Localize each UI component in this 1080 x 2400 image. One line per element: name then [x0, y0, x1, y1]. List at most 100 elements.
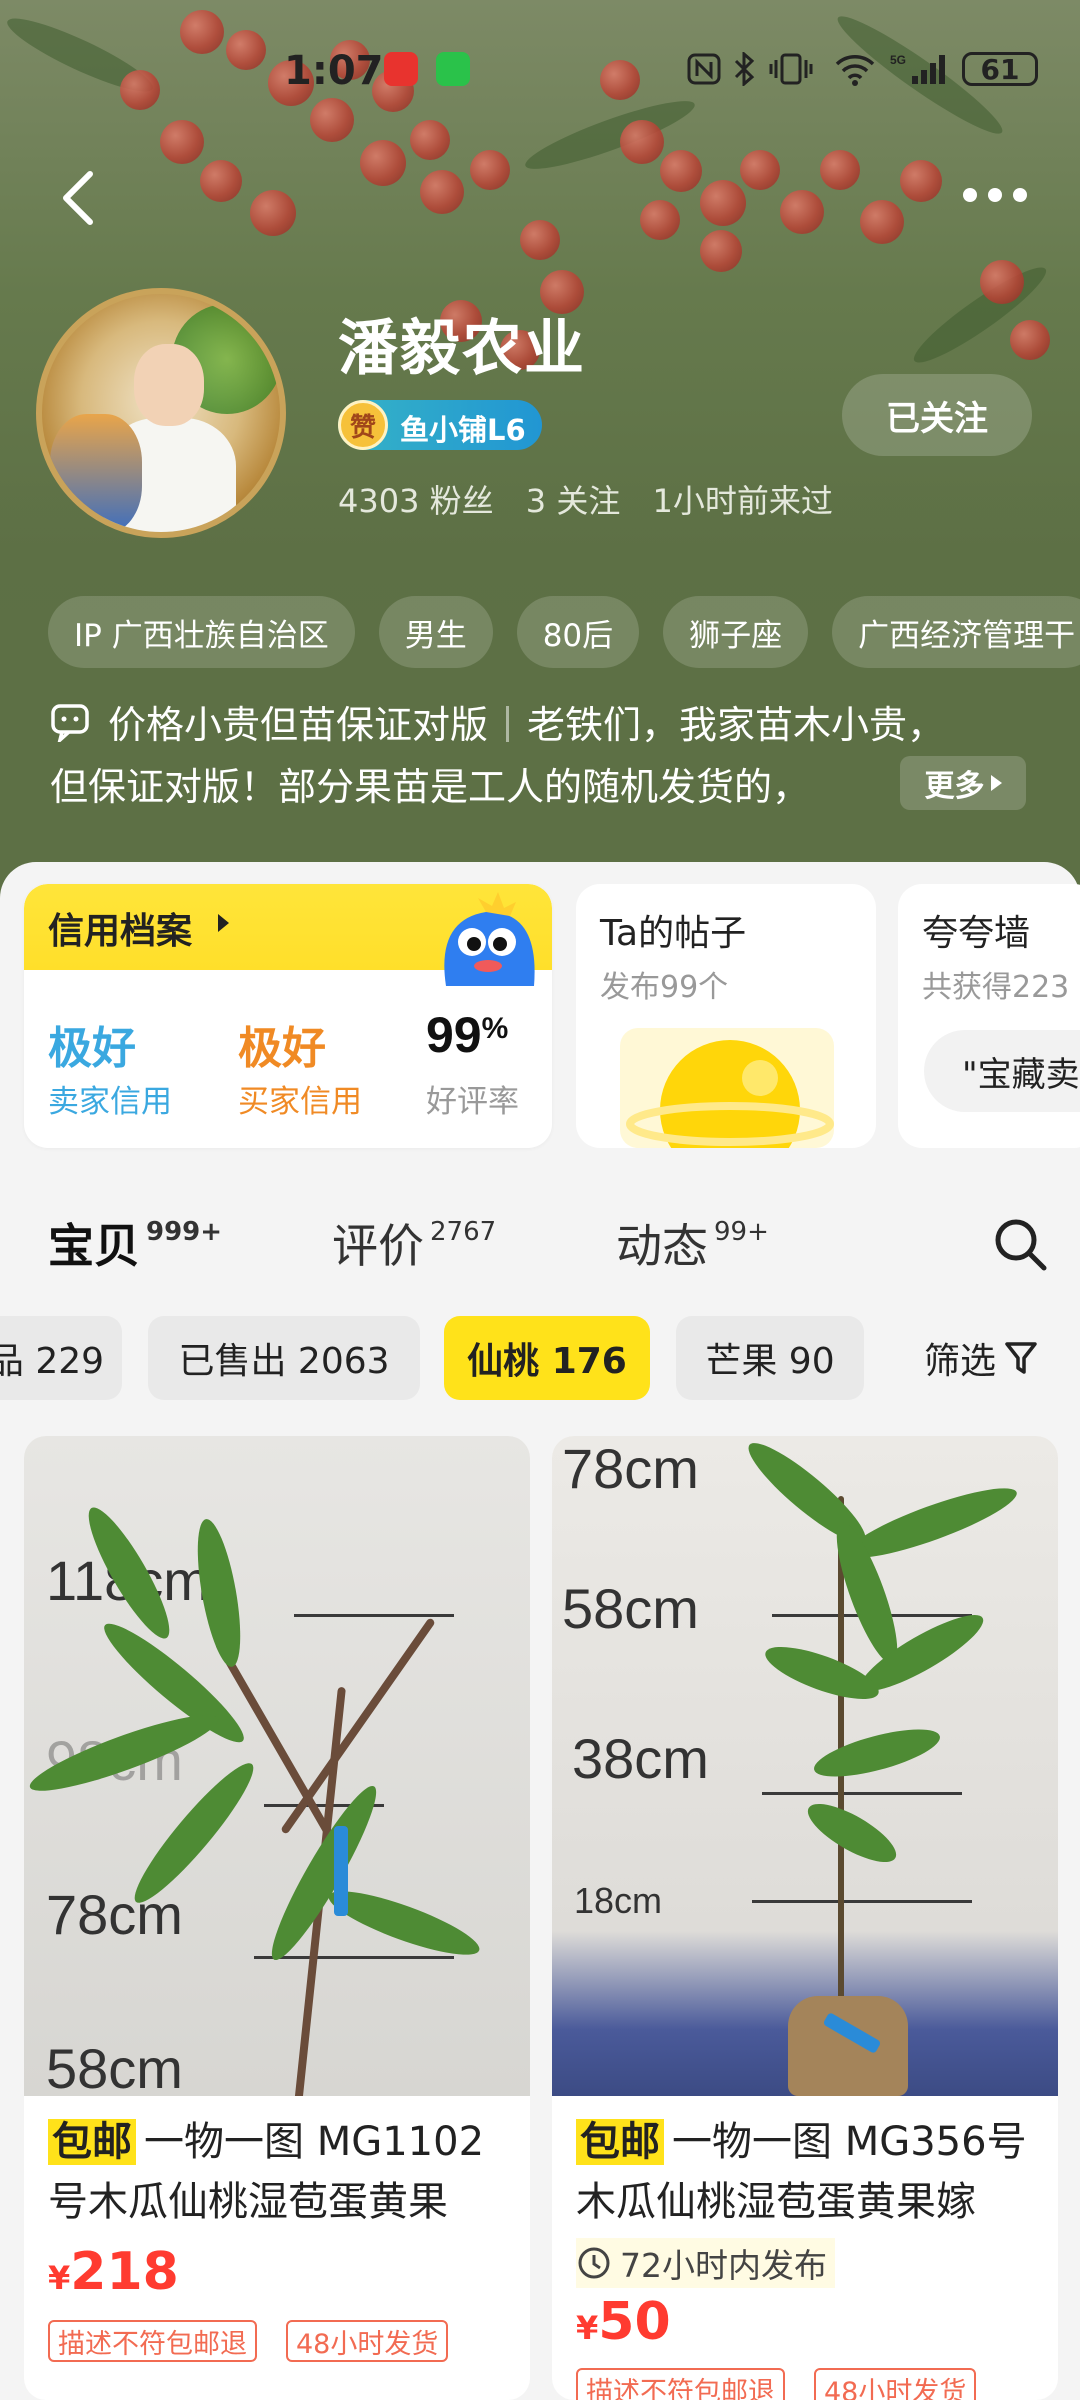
shop-level-badge[interactable]: 赞 鱼小铺L6: [338, 400, 542, 450]
chip-category-partial[interactable]: 品 229: [0, 1316, 122, 1400]
tab-items-label: 宝贝: [48, 1219, 140, 1273]
back-icon[interactable]: [54, 168, 104, 228]
battery-indicator: 61: [962, 52, 1038, 86]
price-value: 218: [70, 2242, 179, 2302]
chat-bubble-icon: [51, 704, 89, 742]
praise-wall-card[interactable]: 夸夸墙 共获得223 "宝藏卖: [898, 884, 1080, 1148]
status-time: 1:07: [284, 48, 384, 94]
tag-school: 广西经济管理干: [832, 596, 1080, 668]
price-value: 50: [598, 2292, 671, 2352]
filter-label: 筛选: [924, 1341, 997, 1382]
level-label: 鱼小铺L6: [400, 413, 526, 447]
shop-bio-line2: 但保证对版！部分果苗是工人的随机发货的，: [50, 765, 811, 809]
ruler-label: 58cm: [46, 2037, 183, 2096]
product-card[interactable]: 78cm 58cm 38cm 18cm 包邮 一物一图 MG356号木瓜仙桃湿苞蛋…: [552, 1436, 1058, 2400]
shop-bio-line1: 价格小贵但苗保证对版 老铁们，我家苗木小贵，: [108, 694, 945, 749]
recent-label: 72小时内发布: [620, 2246, 827, 2285]
profile-tags: IP 广西壮族自治区 男生 80后 狮子座 广西经济管理干: [48, 596, 1080, 668]
tab-updates[interactable]: 动态 99+: [616, 1210, 769, 1276]
seller-credit-value: 极好: [48, 1023, 136, 1074]
rating-number: 99: [426, 1007, 482, 1063]
seller-credit-label: 卖家信用: [48, 1084, 172, 1120]
rating-unit: %: [481, 1012, 509, 1045]
buyer-credit-label: 买家信用: [238, 1084, 362, 1120]
free-shipping-tag: 包邮: [48, 2119, 136, 2165]
posts-card[interactable]: Ta的帖子 发布99个: [576, 884, 876, 1148]
more-label: 更多: [924, 769, 985, 804]
search-icon[interactable]: [992, 1216, 1048, 1272]
tab-items[interactable]: 宝贝 999+: [48, 1210, 222, 1276]
svg-text:5G: 5G: [890, 53, 906, 67]
tab-reviews-count: 2767: [430, 1217, 497, 1247]
credit-record-card[interactable]: 信用档案 极好 卖家信用 极好 买家信用 99% 好评率: [24, 884, 552, 1148]
filter-icon: [1005, 1342, 1037, 1374]
praise-subtitle: 共获得223: [922, 970, 1070, 1005]
shop-stats: 4303 粉丝 3 关注 1小时前来过: [338, 476, 855, 522]
service-tag: 描述不符包邮退: [576, 2368, 785, 2400]
bluetooth-icon: [734, 52, 755, 86]
5g-signal-icon: 5G: [890, 53, 945, 84]
nfc-icon: [687, 53, 721, 85]
huawei-app-icon: [384, 52, 418, 86]
tag-zodiac: 狮子座: [663, 596, 809, 668]
service-tag: 48小时发货: [814, 2368, 977, 2400]
tag-gender: 男生: [378, 596, 493, 668]
recent-badge: 72小时内发布: [576, 2238, 835, 2288]
following-count[interactable]: 3 关注: [526, 482, 621, 520]
wechat-icon: [436, 52, 470, 86]
bio-more-button[interactable]: 更多: [900, 756, 1026, 810]
posts-subtitle: 发布99个: [600, 970, 729, 1005]
ruler-label: 18cm: [574, 1880, 663, 1921]
chip-mango[interactable]: 芒果 90: [676, 1316, 864, 1400]
free-shipping-tag: 包邮: [576, 2119, 664, 2165]
rating-value: 99%: [426, 1006, 508, 1064]
ruler-label: 38cm: [572, 1727, 709, 1790]
tab-updates-count: 99+: [714, 1217, 769, 1247]
ruler-label: 58cm: [562, 1577, 699, 1640]
credit-title: 信用档案: [48, 911, 193, 952]
credit-arrow-icon: [218, 914, 229, 932]
tag-ip-location: IP 广西壮族自治区: [48, 596, 355, 668]
followers-count[interactable]: 4303 粉丝: [338, 482, 494, 520]
product-image[interactable]: 78cm 58cm 38cm 18cm: [552, 1436, 1058, 2096]
product-image[interactable]: 118cm 98cm 78cm 58cm: [24, 1436, 530, 2096]
product-title[interactable]: 包邮 一物一图 MG1102号木瓜仙桃湿苞蛋黄果: [48, 2112, 518, 2232]
follow-button[interactable]: 已关注: [842, 374, 1032, 456]
more-options-icon[interactable]: [960, 180, 1030, 210]
play-arrow-icon: [990, 775, 1002, 791]
tab-items-count: 999+: [146, 1217, 223, 1247]
tab-reviews[interactable]: 评价 2767: [332, 1210, 496, 1276]
wifi-icon: [835, 55, 875, 86]
chip-xiantao[interactable]: 仙桃 176: [444, 1316, 650, 1400]
ruler-label: 78cm: [562, 1437, 699, 1500]
chip-sold[interactable]: 已售出 2063: [148, 1316, 420, 1400]
tab-reviews-label: 评价: [332, 1219, 424, 1273]
clock-icon: [578, 2247, 610, 2279]
battery-level: 61: [980, 52, 1020, 86]
shop-avatar[interactable]: [36, 288, 286, 538]
bio-text-start: 老铁们，我家苗木小贵，: [527, 703, 946, 747]
rating-label: 好评率: [426, 1084, 519, 1120]
shop-name: 潘毅农业: [338, 314, 586, 384]
price-symbol: ¥: [576, 2309, 599, 2347]
mascot-icon: [444, 892, 535, 986]
filter-button[interactable]: 筛选: [924, 1316, 1038, 1400]
product-price: ¥218: [48, 2242, 179, 2302]
buyer-credit-value: 极好: [238, 1023, 326, 1074]
planet-icon: [620, 1028, 834, 1148]
praise-title: 夸夸墙: [922, 913, 1031, 954]
tab-updates-label: 动态: [616, 1219, 708, 1273]
last-seen: 1小时前来过: [652, 482, 833, 520]
product-title[interactable]: 包邮 一物一图 MG356号木瓜仙桃湿苞蛋黄果嫁: [576, 2112, 1046, 2232]
vibrate-icon: [769, 53, 813, 85]
product-card[interactable]: 118cm 98cm 78cm 58cm 包邮一物一图 MG1102号木瓜仙桃湿…: [24, 1436, 530, 2400]
posts-title: Ta的帖子: [600, 913, 747, 954]
ruler-label: 78cm: [46, 1883, 183, 1946]
product-price: ¥50: [576, 2292, 671, 2352]
service-tag: 48小时发货: [286, 2320, 449, 2362]
bio-highlight: 价格小贵但苗保证对版: [108, 703, 489, 747]
tag-generation: 80后: [516, 596, 640, 668]
price-symbol: ¥: [48, 2259, 71, 2297]
zan-badge-icon: 赞: [338, 400, 388, 450]
service-tag: 描述不符包邮退: [48, 2320, 257, 2362]
